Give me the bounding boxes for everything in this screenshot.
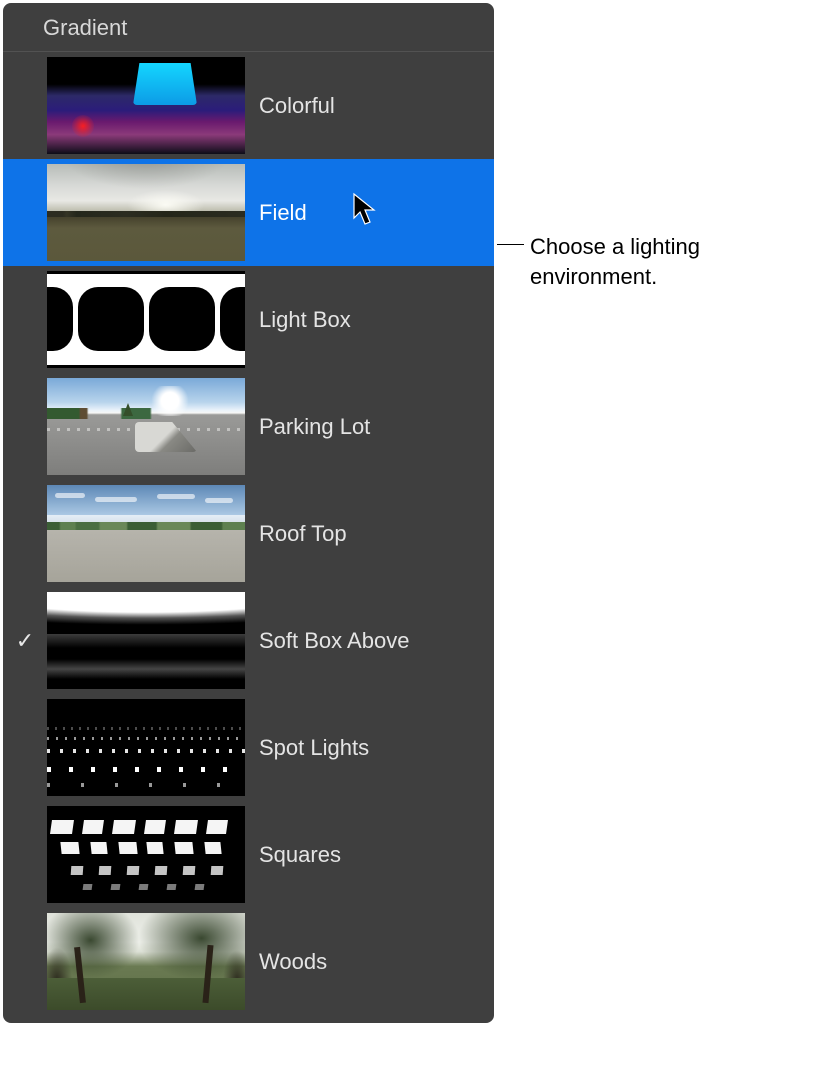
checkmark-icon: ✓ bbox=[3, 628, 47, 654]
cursor-icon bbox=[352, 192, 380, 228]
callout-annotation: Choose a lighting environment. bbox=[497, 232, 784, 291]
env-label: Soft Box Above bbox=[245, 628, 409, 654]
env-label: Woods bbox=[245, 949, 327, 975]
environment-panel: Gradient Colorful Field Light Box bbox=[3, 3, 494, 1023]
env-thumb-colorful bbox=[47, 57, 245, 154]
env-item-lightbox[interactable]: Light Box bbox=[3, 266, 494, 373]
env-thumb-lightbox bbox=[47, 271, 245, 368]
env-thumb-rooftop bbox=[47, 485, 245, 582]
env-item-spotlights[interactable]: Spot Lights bbox=[3, 694, 494, 801]
env-thumb-woods bbox=[47, 913, 245, 1010]
env-item-woods[interactable]: Woods bbox=[3, 908, 494, 1015]
env-item-parkinglot[interactable]: Parking Lot bbox=[3, 373, 494, 480]
env-label: Field bbox=[245, 200, 307, 226]
env-item-colorful[interactable]: Colorful bbox=[3, 52, 494, 159]
env-label: Colorful bbox=[245, 93, 335, 119]
env-label: Squares bbox=[245, 842, 341, 868]
env-item-field[interactable]: Field bbox=[3, 159, 494, 266]
env-thumb-field bbox=[47, 164, 245, 261]
env-label: Parking Lot bbox=[245, 414, 370, 440]
environment-list: Colorful Field Light Box Parking Lot bbox=[3, 52, 494, 1015]
env-thumb-spotlights bbox=[47, 699, 245, 796]
env-thumb-squares bbox=[47, 806, 245, 903]
env-thumb-parkinglot bbox=[47, 378, 245, 475]
env-item-rooftop[interactable]: Roof Top bbox=[3, 480, 494, 587]
callout-text: Choose a lighting environment. bbox=[524, 232, 784, 291]
env-item-softbox[interactable]: ✓ Soft Box Above bbox=[3, 587, 494, 694]
env-item-squares[interactable]: Squares bbox=[3, 801, 494, 908]
env-thumb-softbox bbox=[47, 592, 245, 689]
env-label: Light Box bbox=[245, 307, 351, 333]
env-label: Spot Lights bbox=[245, 735, 369, 761]
env-label: Roof Top bbox=[245, 521, 347, 547]
callout-line bbox=[497, 244, 524, 245]
panel-header: Gradient bbox=[3, 3, 494, 52]
